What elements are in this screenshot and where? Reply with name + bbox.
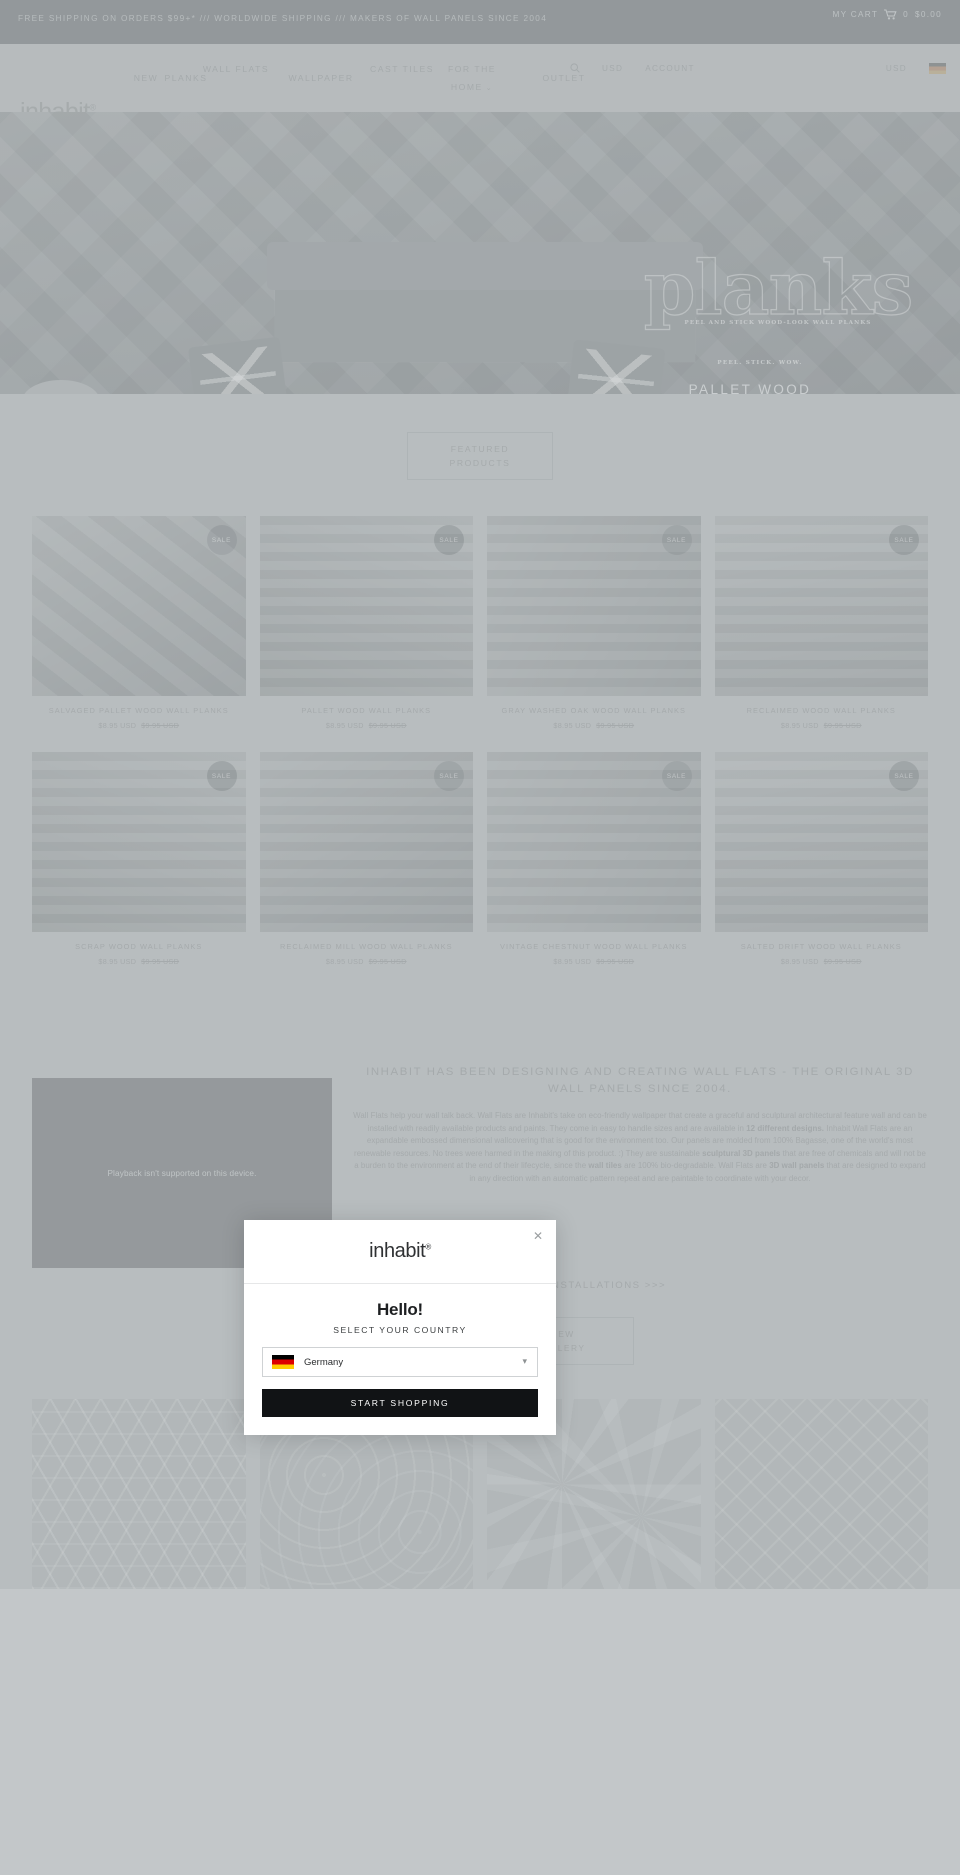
- german-flag-icon: [272, 1355, 294, 1369]
- chevron-down-icon: ▾: [522, 1356, 527, 1366]
- country-name: Germany: [304, 1356, 344, 1368]
- country-selector-modal: inhabit® ✕ Hello! SELECT YOUR COUNTRY Ge…: [244, 1220, 556, 1435]
- start-shopping-label: START SHOPPING: [350, 1398, 450, 1408]
- modal-header: inhabit® ✕: [244, 1220, 556, 1284]
- country-select[interactable]: Germany ▾: [262, 1347, 538, 1377]
- modal-logo-text: inhabit: [369, 1240, 426, 1262]
- close-icon[interactable]: ✕: [530, 1228, 546, 1244]
- modal-body: Hello! SELECT YOUR COUNTRY Germany ▾ STA…: [244, 1284, 556, 1435]
- modal-subtitle: SELECT YOUR COUNTRY: [333, 1325, 467, 1335]
- modal-greeting: Hello!: [376, 1300, 424, 1319]
- page-root: FREE SHIPPING ON ORDERS $99+* /// WORLDW…: [0, 0, 960, 1589]
- start-shopping-button[interactable]: START SHOPPING: [262, 1389, 538, 1417]
- modal-logo: inhabit®: [369, 1240, 431, 1263]
- modal-logo-mark: ®: [425, 1242, 431, 1252]
